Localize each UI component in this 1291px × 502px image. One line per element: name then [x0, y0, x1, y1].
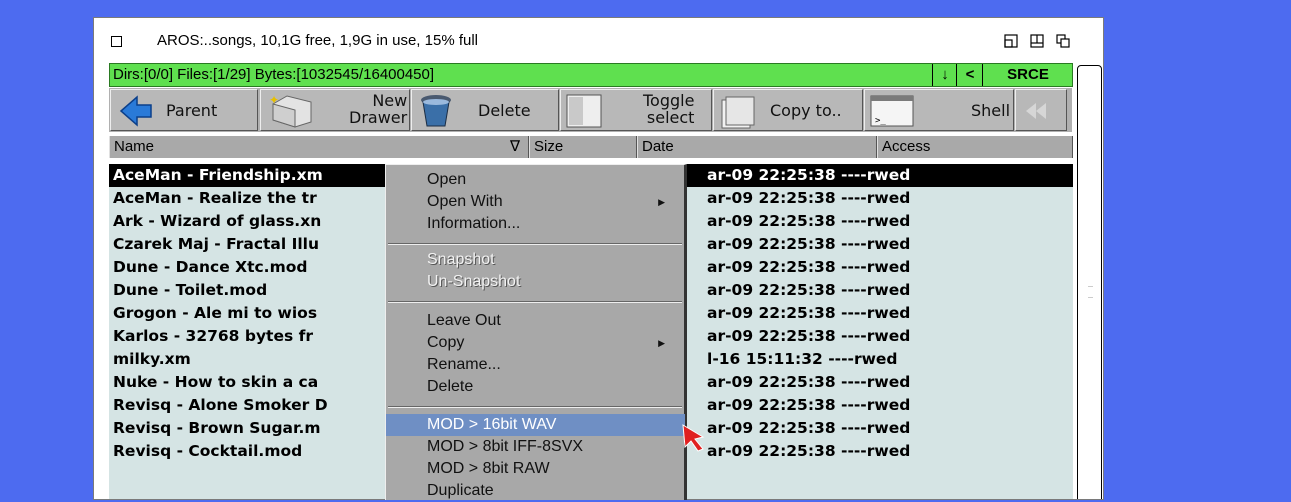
scrollbar-grip[interactable] [1088, 286, 1093, 298]
menu-separator [388, 301, 682, 303]
file-name: Revisq - Alone Smoker D [113, 396, 328, 414]
toolbar: Parent ✦ New Drawer Delete Toggle select… [109, 88, 1072, 132]
menu-item-mod-8bit-iff[interactable]: MOD > 8bit IFF-8SVX [386, 436, 685, 458]
srce-button[interactable]: SRCE [982, 64, 1073, 86]
file-meta: ar-09 22:25:38 ----rwed [707, 373, 911, 391]
down-arrow-button[interactable]: ↓ [932, 64, 957, 86]
back-button[interactable]: < [956, 64, 983, 86]
menu-item-rename[interactable]: Rename... [386, 354, 685, 376]
file-meta: ar-09 22:25:38 ----rwed [707, 258, 911, 276]
sort-indicator-icon: ∇ [510, 138, 521, 155]
parent-arrow-icon [119, 95, 152, 127]
file-meta: ar-09 22:25:38 ----rwed [707, 166, 911, 184]
iconify-icon[interactable] [1030, 34, 1044, 48]
submenu-arrow-icon: ▶ [658, 197, 665, 207]
menu-item-label: Open With [427, 193, 503, 210]
window-title: AROS:..songs, 10,1G free, 1,9G in use, 1… [157, 32, 478, 49]
file-name: Ark - Wizard of glass.xn [113, 212, 322, 230]
file-name: Nuke - How to skin a ca [113, 373, 319, 391]
menu-item-mod-16bit-wav[interactable]: MOD > 16bit WAV [386, 414, 685, 436]
file-meta: ar-09 22:25:38 ----rwed [707, 419, 911, 437]
file-name: Dune - Toilet.mod [113, 281, 268, 299]
parent-label: Parent [166, 101, 218, 120]
new-drawer-button[interactable]: ✦ New Drawer [260, 89, 410, 131]
file-name: Karlos - 32768 bytes fr [113, 327, 313, 345]
menu-separator [388, 406, 682, 408]
column-name[interactable]: Name ∇ [109, 136, 529, 158]
submenu-arrow-icon: ▶ [658, 338, 665, 348]
file-meta: ar-09 22:25:38 ----rwed [707, 442, 911, 460]
status-text: Dirs:[0/0] Files:[1/29] Bytes:[1032545/1… [113, 66, 435, 83]
menu-item-duplicate[interactable]: Duplicate [386, 480, 685, 502]
file-name: Czarek Maj - Fractal Illu [113, 235, 320, 253]
shell-icon: >_ [870, 95, 914, 127]
menu-item-open-with[interactable]: Open With ▶ [386, 191, 685, 213]
menu-item-copy[interactable]: Copy ▶ [386, 332, 685, 354]
depth-icon[interactable] [1056, 34, 1070, 48]
mouse-pointer-icon [682, 424, 705, 452]
title-bar[interactable]: AROS:..songs, 10,1G free, 1,9G in use, 1… [94, 18, 1103, 61]
zoom-icon[interactable] [1004, 34, 1018, 48]
file-name: Grogon - Ale mi to wios [113, 304, 318, 322]
new-drawer-label: New Drawer [349, 91, 408, 127]
toggle-select-icon [566, 94, 602, 128]
menu-item-snapshot: Snapshot [427, 251, 495, 268]
column-header: Name ∇ Size Date Access [109, 136, 1073, 158]
file-name: AceMan - Friendship.xm [113, 166, 323, 184]
toggle-select-button[interactable]: Toggle select [560, 89, 712, 131]
rewind-icon [1026, 103, 1046, 119]
shell-label: Shell [971, 101, 1011, 120]
trash-can-icon [421, 95, 451, 127]
menu-separator [388, 243, 682, 245]
parent-button[interactable]: Parent [110, 89, 258, 131]
column-access[interactable]: Access [877, 136, 1073, 158]
copy-to-button[interactable]: Copy to.. [713, 89, 863, 131]
menu-item-delete[interactable]: Delete [386, 376, 685, 398]
delete-button[interactable]: Delete [411, 89, 559, 131]
copy-to-label: Copy to.. [770, 101, 842, 120]
menu-item-information[interactable]: Information... [386, 213, 685, 235]
column-size[interactable]: Size [529, 136, 637, 158]
file-name: AceMan - Realize the tr [113, 189, 317, 207]
file-meta: l-16 15:11:32 ----rwed [707, 350, 898, 368]
file-meta: ar-09 22:25:38 ----rwed [707, 396, 911, 414]
file-meta: ar-09 22:25:38 ----rwed [707, 212, 911, 230]
menu-item-mod-8bit-raw[interactable]: MOD > 8bit RAW [386, 458, 685, 480]
file-meta: ar-09 22:25:38 ----rwed [707, 235, 911, 253]
column-date[interactable]: Date [637, 136, 877, 158]
column-name-label: Name [114, 138, 155, 155]
close-gadget[interactable] [111, 36, 122, 47]
menu-item-open[interactable]: Open [386, 169, 685, 191]
svg-text:>_: >_ [875, 116, 886, 126]
file-meta: ar-09 22:25:38 ----rwed [707, 304, 911, 322]
file-name: Revisq - Cocktail.mod [113, 442, 303, 460]
file-meta: ar-09 22:25:38 ----rwed [707, 189, 911, 207]
delete-label: Delete [478, 101, 531, 120]
menu-item-label: Copy [427, 334, 465, 351]
vertical-scrollbar[interactable] [1077, 65, 1102, 499]
shell-button[interactable]: >_ Shell [864, 89, 1014, 131]
context-menu: Open Open With ▶ Information... Snapshot … [385, 164, 687, 500]
file-name: Dune - Dance Xtc.mod [113, 258, 308, 276]
copy-to-icon [721, 96, 755, 129]
scroll-left-button[interactable] [1015, 89, 1067, 131]
svg-text:✦: ✦ [269, 94, 279, 107]
new-drawer-icon: ✦ [269, 94, 312, 128]
file-meta: ar-09 22:25:38 ----rwed [707, 281, 911, 299]
file-meta: ar-09 22:25:38 ----rwed [707, 327, 911, 345]
file-name: milky.xm [113, 350, 191, 368]
menu-item-unsnapshot: Un-Snapshot [427, 273, 521, 290]
status-bar: Dirs:[0/0] Files:[1/29] Bytes:[1032545/1… [109, 63, 1073, 87]
menu-item-leave-out[interactable]: Leave Out [386, 310, 685, 332]
toggle-select-label: Toggle select [643, 91, 695, 127]
file-name: Revisq - Brown Sugar.m [113, 419, 321, 437]
